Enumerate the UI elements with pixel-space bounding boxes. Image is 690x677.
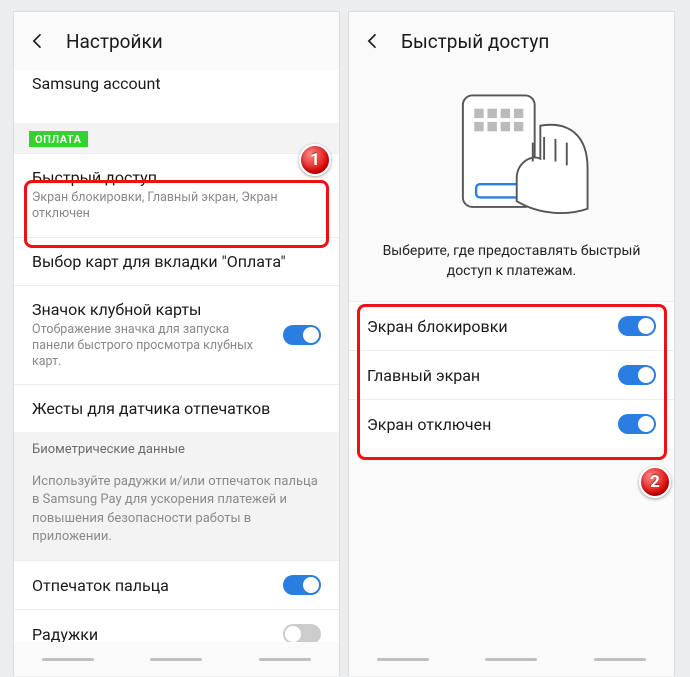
illustration [349, 70, 674, 238]
home-screen-label: Главный экран [367, 366, 606, 385]
fingerprint-row[interactable]: Отпечаток пальца [14, 560, 339, 609]
iris-toggle[interactable] [283, 624, 321, 644]
header: Настройки [14, 12, 339, 70]
section-pay-label: ОПЛАТА [29, 131, 88, 147]
club-icon-toggle[interactable] [283, 325, 321, 345]
nav-back-icon[interactable] [594, 658, 646, 661]
samsung-account-label: Samsung account [32, 74, 321, 93]
gestures-row[interactable]: Жесты для датчика отпечатков [14, 384, 339, 432]
back-icon[interactable] [361, 29, 385, 53]
phone-right: Быстрый доступ Выберите, где предоставля… [348, 11, 675, 676]
quick-access-row[interactable]: Быстрый доступ Экран блокировки, Главный… [14, 153, 339, 237]
club-icon-row[interactable]: Значок клубной карты Отображение значка … [14, 285, 339, 385]
back-icon[interactable] [26, 29, 50, 53]
nav-recent-icon[interactable] [42, 658, 94, 661]
fingerprint-toggle[interactable] [283, 575, 321, 595]
bio-section-header: Биометрические данные [14, 432, 339, 465]
home-screen-toggle[interactable] [618, 365, 656, 385]
gestures-label: Жесты для датчика отпечатков [32, 399, 321, 418]
callout-badge-2: 2 [639, 466, 671, 498]
samsung-account-row[interactable]: Samsung account [14, 70, 339, 123]
page-title: Быстрый доступ [401, 30, 549, 53]
page-title: Настройки [66, 30, 163, 53]
nav-home-icon[interactable] [485, 658, 537, 661]
android-navbar [14, 642, 339, 676]
phone-left: Настройки Samsung account ОПЛАТА Быстрый… [13, 11, 340, 676]
quick-access-sub: Экран блокировки, Главный экран, Экран о… [32, 190, 321, 223]
lock-screen-toggle[interactable] [618, 316, 656, 336]
nav-recent-icon[interactable] [377, 658, 429, 661]
callout-badge-1: 1 [299, 144, 331, 176]
illustration-caption: Выберите, где предоставлять быстрый дост… [349, 238, 674, 301]
club-icon-title: Значок клубной карты [32, 300, 271, 319]
nav-back-icon[interactable] [259, 658, 311, 661]
lock-screen-label: Экран блокировки [367, 317, 606, 336]
card-select-row[interactable]: Выбор карт для вкладки "Оплата" [14, 237, 339, 285]
nav-home-icon[interactable] [150, 658, 202, 661]
home-screen-row[interactable]: Главный экран [349, 350, 674, 399]
bio-section-hint: Используйте радужки и/или отпечаток паль… [14, 465, 339, 560]
screen-off-toggle[interactable] [618, 414, 656, 434]
screen-off-label: Экран отключен [367, 415, 606, 434]
lock-screen-row[interactable]: Экран блокировки [349, 301, 674, 350]
quick-access-title: Быстрый доступ [32, 168, 321, 187]
iris-label: Радужки [32, 625, 271, 644]
card-select-label: Выбор карт для вкладки "Оплата" [32, 252, 321, 271]
fingerprint-label: Отпечаток пальца [32, 576, 271, 595]
club-icon-sub: Отображение значка для запуска панели бы… [32, 322, 271, 371]
header: Быстрый доступ [349, 12, 674, 70]
android-navbar [349, 642, 674, 676]
screen-off-row[interactable]: Экран отключен [349, 399, 674, 448]
